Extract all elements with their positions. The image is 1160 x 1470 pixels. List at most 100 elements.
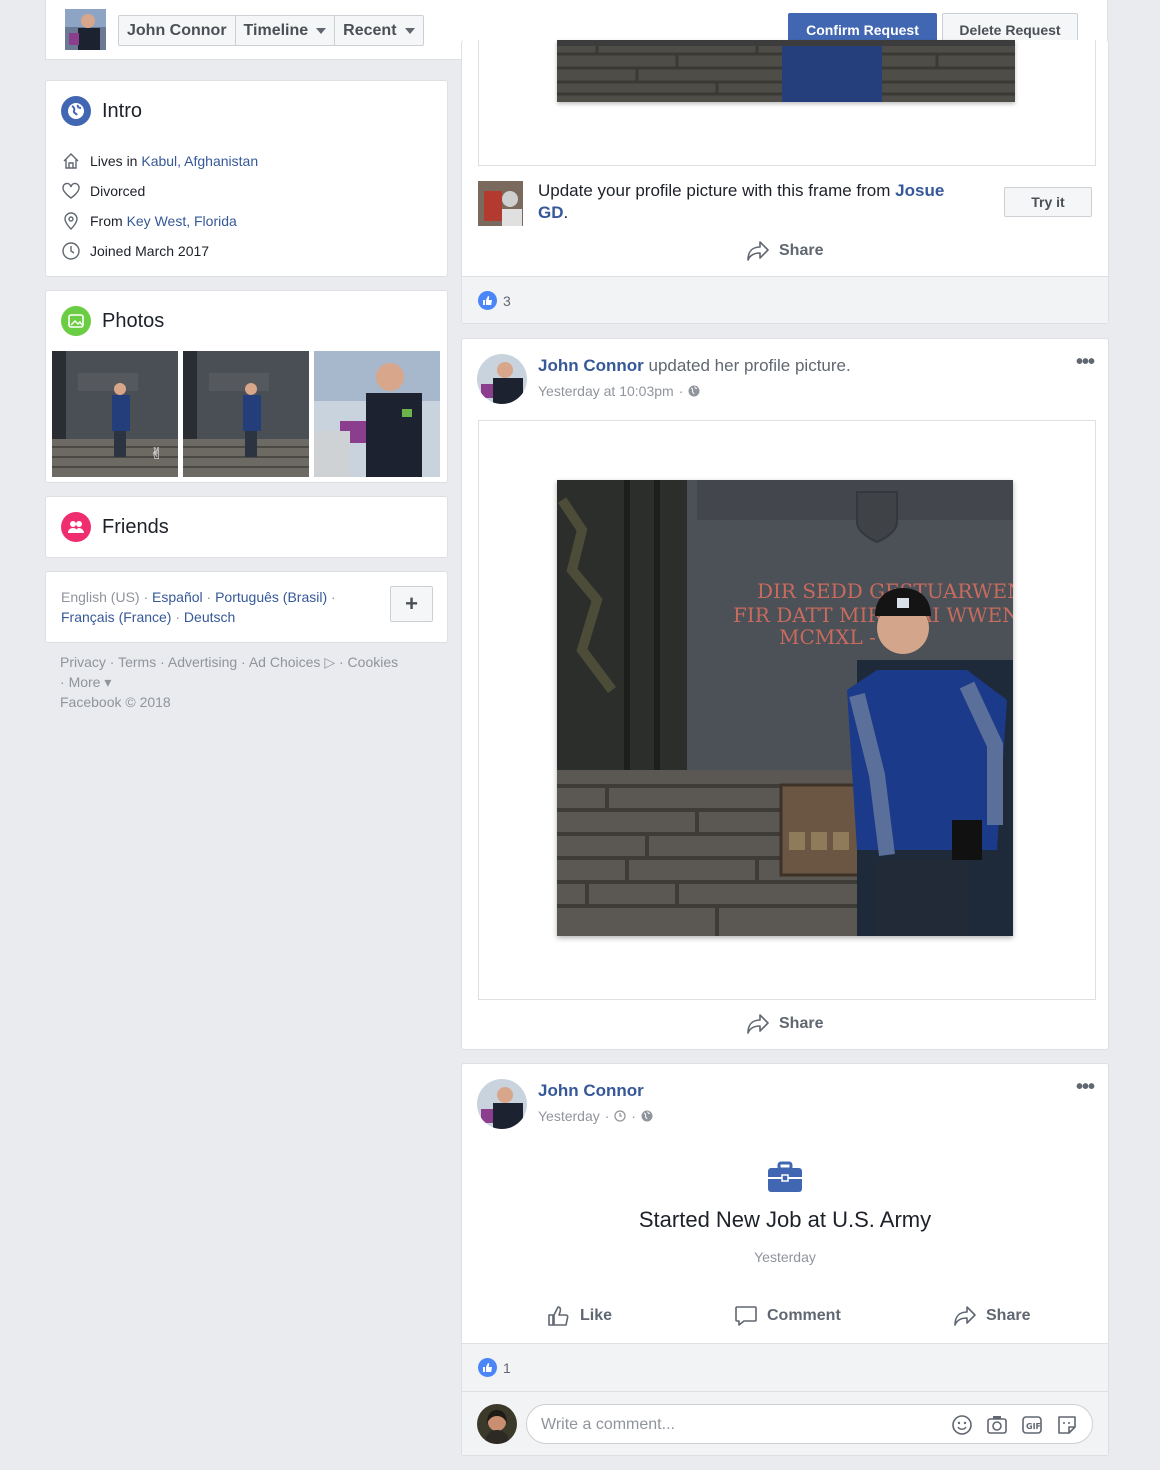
share-button[interactable]: Share: [746, 1013, 823, 1035]
share-button[interactable]: Share: [746, 240, 823, 262]
ad-choices-link[interactable]: Ad Choices: [249, 654, 321, 670]
briefcase-icon: [767, 1161, 803, 1196]
share-icon: [747, 1014, 769, 1034]
cookies-link[interactable]: Cookies: [348, 654, 399, 670]
add-language-button[interactable]: +: [390, 586, 433, 622]
chevron-down-icon: [316, 27, 327, 34]
lives-label: Lives in: [90, 153, 142, 169]
comment-composer: Write a comment... GIF: [462, 1391, 1108, 1455]
lives-place-link[interactable]: Kabul, Afghanistan: [141, 153, 258, 169]
frame-prompt: Update your profile picture with this fr…: [538, 181, 945, 222]
post-header: John Connor updated her profile picture.: [538, 356, 851, 376]
like-count-value: 3: [503, 292, 511, 309]
like-count-value: 1: [503, 1359, 511, 1376]
photo-thumbnail[interactable]: ✌: [52, 351, 178, 477]
thumbs-up-icon: [478, 1358, 497, 1377]
life-event-title: Started New Job at U.S. Army: [638, 1207, 932, 1232]
plaque-text: FIR DATT MIR FRAI WWEN: [733, 603, 1013, 627]
public-globe-icon: [688, 385, 700, 397]
comment-tools: GIF: [951, 1414, 1078, 1436]
chevron-down-icon: [404, 27, 415, 34]
comment-placeholder: Write a comment...: [541, 1416, 675, 1433]
photo-thumbnail[interactable]: [183, 351, 309, 477]
like-button[interactable]: Like: [547, 1305, 612, 1327]
like-count[interactable]: 1: [478, 1358, 511, 1377]
languages-card: English (US) · Español · Português (Bras…: [45, 571, 448, 643]
try-it-button[interactable]: Try it: [1004, 187, 1092, 217]
thumbs-up-icon: [548, 1306, 569, 1326]
post-options-icon[interactable]: •••: [1076, 1076, 1095, 1099]
life-event-post: John Connor Yesterday · · ••• Started Ne…: [461, 1063, 1109, 1456]
privacy-link[interactable]: Privacy: [60, 654, 106, 670]
reactions-bar: 3: [462, 276, 1108, 323]
friends-card: Friends: [45, 496, 448, 558]
gif-icon[interactable]: GIF: [1021, 1414, 1043, 1436]
post-action-text: updated her profile picture.: [643, 356, 851, 375]
share-icon: [954, 1306, 976, 1326]
comment-button[interactable]: Comment: [734, 1305, 841, 1327]
photo-thumbnail[interactable]: [314, 351, 440, 477]
relationship-row: Divorced: [61, 181, 145, 201]
post-author-name[interactable]: John Connor: [538, 356, 644, 375]
current-language: English (US): [61, 589, 140, 605]
share-label: Share: [779, 1015, 824, 1032]
svg-text:✌: ✌: [150, 444, 163, 463]
frame-thumbnail[interactable]: [478, 181, 523, 226]
share-icon: [747, 241, 769, 261]
language-link[interactable]: Español: [152, 589, 203, 605]
friends-title[interactable]: Friends: [102, 516, 169, 539]
profile-avatar[interactable]: [65, 9, 106, 50]
timeline-dropdown[interactable]: Timeline: [236, 16, 336, 45]
profile-nav: John Connor Timeline Recent: [118, 15, 424, 46]
from-place-link[interactable]: Key West, Florida: [127, 213, 237, 229]
language-link[interactable]: Português (Brasil): [215, 589, 327, 605]
heart-icon: [62, 182, 80, 199]
comment-input[interactable]: Write a comment... GIF: [526, 1404, 1093, 1444]
friends-header: Friends: [61, 512, 169, 542]
comment-label: Comment: [767, 1307, 841, 1324]
footer-links: Privacy · Terms · Advertising · Ad Choic…: [60, 654, 399, 710]
viewer-avatar[interactable]: [477, 1404, 517, 1444]
clock-icon: [62, 242, 80, 260]
intro-header: Intro: [61, 96, 142, 126]
share-label: Share: [986, 1307, 1031, 1324]
photo-icon: [61, 306, 91, 336]
language-link[interactable]: Deutsch: [184, 609, 235, 625]
recent-dropdown[interactable]: Recent: [335, 16, 422, 45]
post-meta: Yesterday · ·: [538, 1108, 653, 1124]
profile-photo[interactable]: DIR SEDD GESTUARWEN FIR DATT MIR FRAI WW…: [557, 480, 1025, 936]
post-photo[interactable]: [557, 40, 1015, 102]
photos-title[interactable]: Photos: [102, 310, 164, 333]
like-count[interactable]: 3: [478, 291, 511, 310]
post-author-avatar[interactable]: [477, 354, 527, 404]
share-button[interactable]: Share: [953, 1305, 1030, 1327]
comment-icon: [735, 1306, 757, 1326]
reactions-bar: 1: [462, 1343, 1108, 1391]
from-label: From: [90, 213, 127, 229]
post-timestamp[interactable]: Yesterday at 10:03pm: [538, 383, 674, 399]
post-author-name[interactable]: John Connor: [538, 1081, 644, 1100]
terms-link[interactable]: Terms: [118, 654, 156, 670]
more-link[interactable]: More: [69, 674, 101, 690]
language-link[interactable]: Français (France): [61, 609, 171, 625]
post-options-icon[interactable]: •••: [1076, 351, 1095, 374]
camera-icon[interactable]: [986, 1414, 1008, 1436]
public-globe-icon: [641, 1110, 653, 1122]
lives-in-row: Lives in Kabul, Afghanistan: [61, 151, 258, 171]
profile-name-link[interactable]: John Connor: [119, 16, 236, 45]
copyright: Facebook © 2018: [60, 694, 171, 710]
post-frame-card: Update your profile picture with this fr…: [461, 40, 1109, 324]
sticker-icon[interactable]: [1056, 1414, 1078, 1436]
post-author-avatar[interactable]: [477, 1079, 527, 1129]
post-timestamp[interactable]: Yesterday: [538, 1108, 600, 1124]
like-label: Like: [580, 1307, 613, 1324]
globe-icon: [61, 96, 91, 126]
emoji-icon[interactable]: [951, 1414, 973, 1436]
post-image-container: [478, 40, 1096, 166]
post-meta: Yesterday at 10:03pm ·: [538, 383, 700, 399]
photos-card: Photos ✌: [45, 290, 448, 483]
photos-header: Photos: [61, 306, 164, 336]
post-image-container: DIR SEDD GESTUARWEN FIR DATT MIR FRAI WW…: [478, 420, 1096, 1000]
hometown-row: From Key West, Florida: [61, 211, 237, 231]
advertising-link[interactable]: Advertising: [168, 654, 237, 670]
